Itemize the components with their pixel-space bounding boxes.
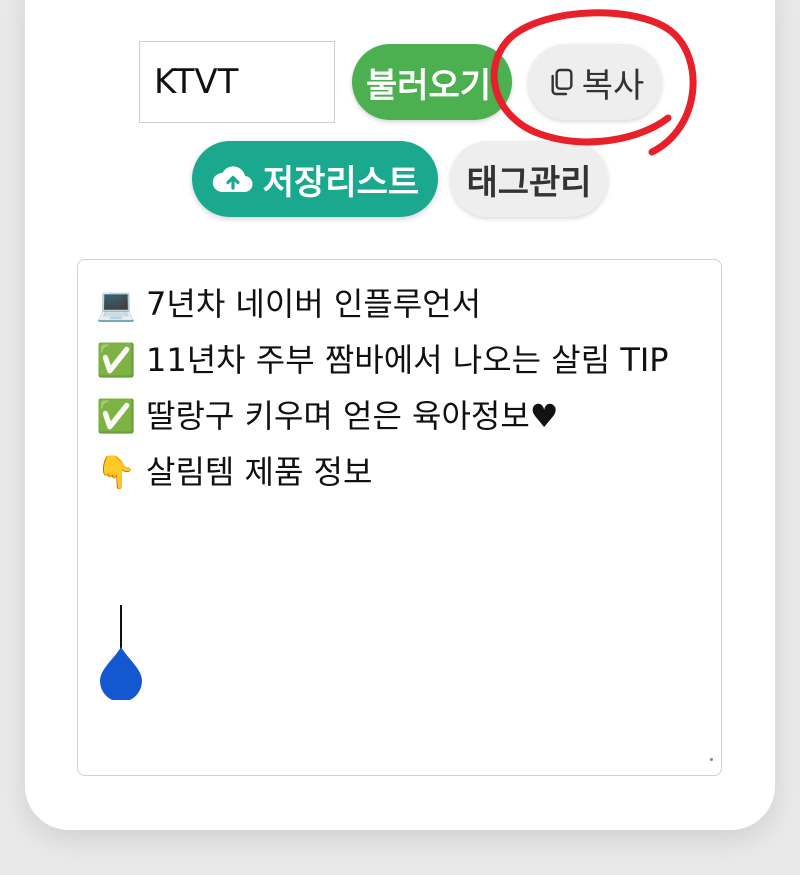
code-input[interactable] bbox=[139, 41, 335, 123]
copy-button-label: 복사 bbox=[581, 65, 645, 106]
save-list-button-label: 저장리스트 bbox=[262, 162, 420, 203]
cloud-upload-icon bbox=[211, 161, 255, 197]
tag-manage-button-label: 태그관리 bbox=[466, 162, 592, 203]
text-cursor-handle-icon[interactable] bbox=[100, 605, 144, 700]
bio-line: ✅ 11년차 주부 짬바에서 나오는 살림 TIP bbox=[96, 341, 669, 379]
copy-button[interactable]: 복사 bbox=[528, 44, 662, 120]
screen: 불러오기 복사 저장리스트 태그관리 💻 7년차 네이버 인플루언서 ✅ 11년… bbox=[0, 0, 800, 875]
bio-line: 💻 7년차 네이버 인플루언서 bbox=[96, 285, 482, 323]
load-button-label: 불러오기 bbox=[366, 65, 492, 106]
copy-icon bbox=[546, 66, 578, 98]
save-list-button[interactable]: 저장리스트 bbox=[192, 141, 438, 217]
bio-line: ✅ 딸랑구 키우며 얻은 육아정보♥ bbox=[96, 397, 559, 435]
resize-grip[interactable] bbox=[710, 758, 713, 761]
tag-manage-button[interactable]: 태그관리 bbox=[450, 141, 608, 217]
bio-textarea[interactable]: 💻 7년차 네이버 인플루언서 ✅ 11년차 주부 짬바에서 나오는 살림 TI… bbox=[77, 259, 722, 776]
bio-line: 👇 살림템 제품 정보 bbox=[96, 453, 373, 491]
load-button[interactable]: 불러오기 bbox=[352, 44, 512, 120]
